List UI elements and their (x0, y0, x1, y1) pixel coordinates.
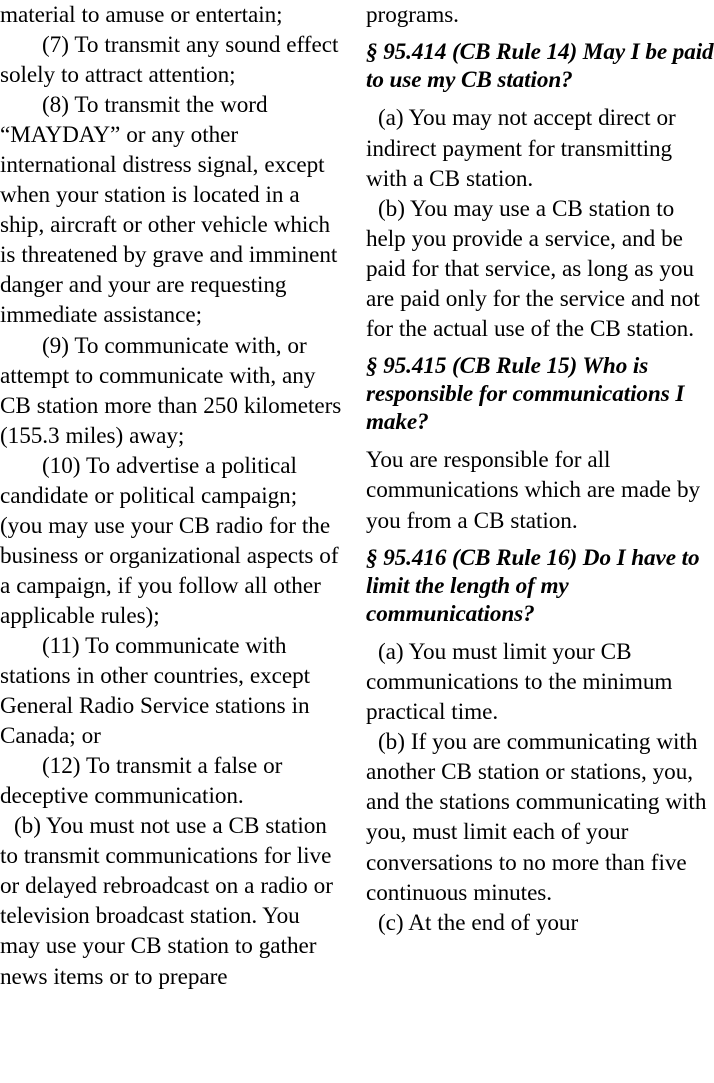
lettered-paragraph-b: (b) You must not use a CB station to tra… (0, 813, 333, 990)
right-column: programs. § 95.414 (CB Rule 14) May I be… (366, 0, 714, 938)
lettered-paragraph-a: (a) You must limit your CB communication… (366, 639, 673, 726)
lettered-paragraph-b: (b) If you are communicating with anothe… (366, 729, 707, 906)
section-heading-95-414: § 95.414 (CB Rule 14) May I be paid to u… (366, 39, 714, 94)
paragraph-continued: programs. (366, 2, 459, 28)
section-heading-95-415: § 95.415 (CB Rule 15) Who is responsible… (366, 352, 685, 436)
lettered-paragraph-c: (c) At the end of your (378, 909, 579, 936)
document-page: material to amuse or entertain; (7) To t… (0, 0, 714, 1083)
lettered-paragraph-b: (b) You may use a CB station to help you… (366, 195, 700, 342)
left-column: material to amuse or entertain; (7) To t… (0, 0, 344, 992)
numbered-item-12: (12) To transmit a false or deceptive co… (0, 753, 283, 810)
numbered-item-7: (7) To transmit any sound effect solely … (0, 32, 339, 89)
paragraph-continued: material to amuse or entertain; (0, 2, 283, 28)
section-heading-95-416: § 95.416 (CB Rule 16) Do I have to limit… (366, 544, 700, 627)
numbered-item-8: (8) To transmit the word “MAYDAY” or any… (0, 92, 338, 329)
numbered-item-11: (11) To communicate with stations in oth… (0, 632, 311, 750)
numbered-item-10: (10) To advertise a political candidate … (0, 452, 339, 629)
lettered-paragraph-a: (a) You may not accept direct or indirec… (366, 105, 676, 192)
numbered-item-9: (9) To communicate with, or attempt to c… (0, 332, 342, 449)
plain-paragraph-responsibility: You are responsible for all communicatio… (366, 447, 701, 534)
